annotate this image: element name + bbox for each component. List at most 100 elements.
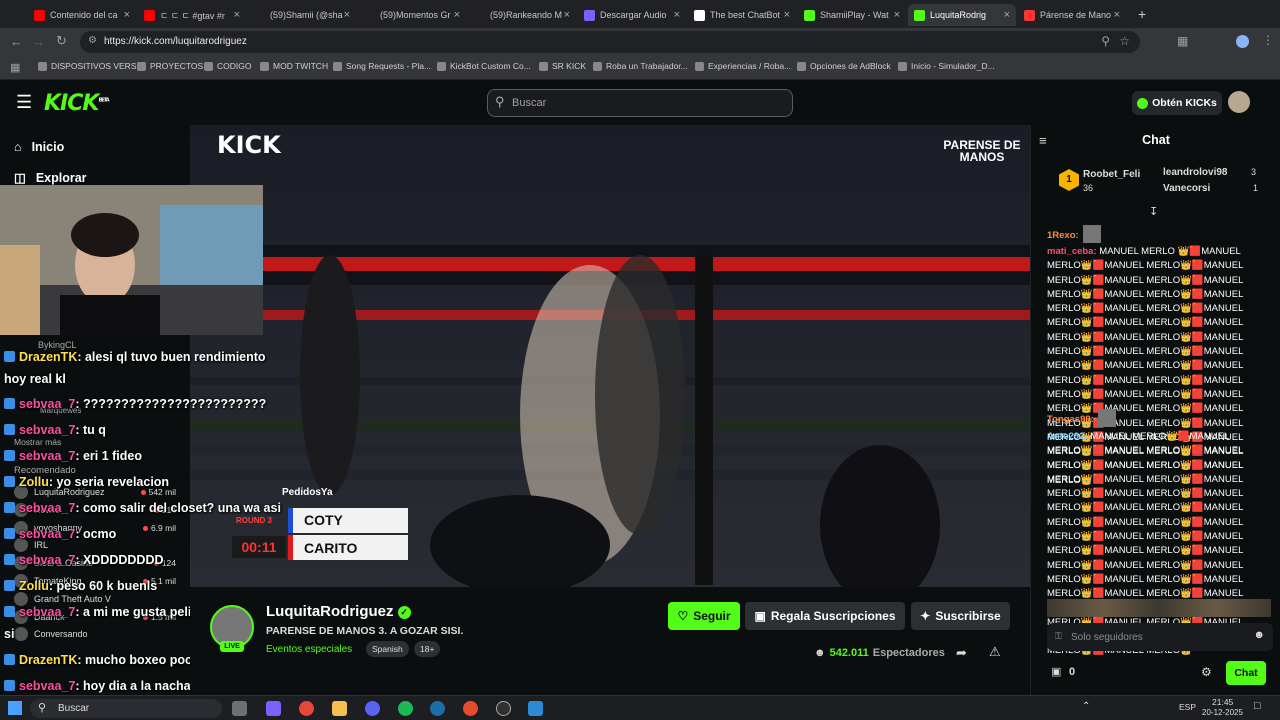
browser-tab[interactable]: Contenido del ca × — [28, 4, 136, 26]
bookmark-item[interactable]: DISPOSITIVOS VERSE — [38, 61, 142, 71]
bookmark-item[interactable]: Experiencias / Roba... — [695, 61, 791, 71]
profile-avatar[interactable] — [1236, 35, 1249, 48]
expand-leaderboard-icon[interactable]: ↧ — [1149, 205, 1158, 218]
search-input[interactable]: ⚲ Buscar — [487, 89, 793, 117]
new-tab-icon[interactable]: + — [1138, 6, 1146, 22]
file-explorer-icon[interactable] — [332, 701, 347, 716]
tag-age[interactable]: 18+ — [414, 641, 441, 657]
browser-tab[interactable]: ㄷ ㄷ ㄷ #gtav #r × — [138, 4, 246, 26]
bookmark-item[interactable]: KickBot Custom Co... — [437, 61, 531, 71]
browser-tab[interactable]: (59)Momentos Gr × — [358, 4, 466, 26]
browser-tab[interactable]: Descargar Audio × — [578, 4, 686, 26]
tab-close-icon[interactable]: × — [894, 9, 900, 21]
discord-icon[interactable] — [365, 701, 380, 716]
back-icon[interactable]: ← — [10, 34, 23, 49]
leader-1-name[interactable]: Roobet_Feli — [1083, 169, 1140, 180]
get-kicks-button[interactable]: Obtén KICKs — [1132, 91, 1222, 115]
obs-icon[interactable] — [496, 701, 511, 716]
lang-indicator[interactable]: ESP — [1179, 702, 1196, 712]
bookmark-item[interactable]: Song Requests - Pla... — [333, 61, 431, 71]
bookmark-star-icon[interactable]: ☆ — [1119, 34, 1130, 48]
copilot-icon[interactable] — [266, 701, 281, 716]
send-chat-button[interactable]: Chat — [1226, 661, 1266, 685]
chat-username[interactable]: Tongas99: — [1047, 414, 1094, 425]
streamer-name-text: LuquitaRodriguez — [266, 603, 394, 620]
forward-icon[interactable]: → — [32, 34, 45, 49]
overlay-chat-text: si — [4, 627, 15, 641]
bookmark-item[interactable]: PROYECTOS — [137, 61, 203, 71]
chat-username[interactable]: Anto292: — [1047, 431, 1088, 442]
tab-close-icon[interactable]: × — [674, 9, 680, 21]
nav-home[interactable]: ⌂ Inicio — [14, 140, 64, 154]
share-icon[interactable]: ➦ — [956, 645, 967, 661]
extensions-icon[interactable]: ▦ — [1177, 34, 1188, 48]
overlay-chat-message: sebvaa_7: ocmo — [4, 527, 116, 541]
spotify-icon[interactable] — [398, 701, 413, 716]
gift-subs-button[interactable]: ▣ Regala Suscripciones — [745, 602, 905, 630]
tab-close-icon[interactable]: × — [454, 9, 460, 21]
chat-emote-icon — [1083, 225, 1102, 243]
bookmark-item[interactable]: CODIGO — [204, 61, 251, 71]
emote-picker-icon[interactable]: ☻ — [1253, 629, 1265, 641]
browser-tab[interactable]: LuquitaRodrig × — [908, 4, 1016, 26]
chat-input[interactable]: ⚿ Solo seguidores ☻ — [1047, 623, 1273, 651]
stream-info-bar: LIVE LuquitaRodriguez ✓ PARENSE DE MANOS… — [190, 587, 1030, 695]
reload-icon[interactable]: ↻ — [56, 33, 67, 49]
tray-chevron-icon[interactable]: ⌃ — [1082, 701, 1090, 712]
bookmark-item[interactable]: SR KICK — [539, 61, 586, 71]
streamer-name[interactable]: LuquitaRodriguez ✓ — [266, 603, 411, 620]
start-icon[interactable] — [8, 701, 22, 715]
tab-label: (59)Rankeando M — [490, 10, 563, 20]
url-field[interactable]: ⚙ https://kick.com/luquitarodriguez ⚲ ☆ — [80, 31, 1140, 53]
tab-close-icon[interactable]: × — [234, 9, 240, 21]
user-avatar[interactable] — [1228, 91, 1250, 113]
chat-username[interactable]: 1Rexo: — [1047, 230, 1079, 241]
tab-close-icon[interactable]: × — [1004, 9, 1010, 21]
notifications-icon[interactable]: □ — [1254, 700, 1261, 712]
chat-message: 1Rexo: — [1047, 225, 1257, 243]
bookmark-item[interactable]: Inicio - Simulador_D... — [898, 61, 995, 71]
tab-label: LuquitaRodrig — [930, 10, 987, 20]
browser-menu-icon[interactable]: ⋮ — [1262, 33, 1274, 47]
bookmark-favicon-icon — [260, 61, 269, 71]
channel-points[interactable]: 0 — [1069, 666, 1075, 678]
zoom-icon[interactable]: ⚲ — [1101, 34, 1110, 48]
bookmark-item[interactable]: Opciones de AdBlock — [797, 61, 891, 71]
subscribe-button[interactable]: ✦ Suscribirse — [911, 602, 1010, 630]
leader-3-name[interactable]: Vanecorsi — [1163, 183, 1210, 194]
kick-logo[interactable]: KICKBETA — [44, 91, 110, 116]
tag-language[interactable]: Spanish — [366, 641, 409, 657]
bookmark-item[interactable]: Roba un Trabajador... — [593, 61, 688, 71]
taskbar-search[interactable]: ⚲ Buscar — [30, 699, 222, 718]
tab-label: (59)Momentos Gr — [380, 10, 451, 20]
browser-tab[interactable]: Párense de Mano × — [1018, 4, 1126, 26]
task-view-icon[interactable] — [232, 701, 247, 716]
leader-2-name[interactable]: leandrolovi98 — [1163, 167, 1227, 178]
chat-username[interactable]: mati_ceba: — [1047, 246, 1097, 257]
app-icon-2[interactable] — [528, 701, 543, 716]
nav-explore[interactable]: ◫ Explorar — [14, 170, 87, 186]
browser-tab[interactable]: (59)Shamii (@sha × — [248, 4, 356, 26]
browser-tab[interactable]: (59)Rankeando M × — [468, 4, 576, 26]
follow-button[interactable]: ♡ Seguir — [668, 602, 740, 630]
steam-icon[interactable] — [430, 701, 445, 716]
tab-close-icon[interactable]: × — [124, 9, 130, 21]
category-link[interactable]: Eventos especiales — [266, 644, 352, 655]
tab-close-icon[interactable]: × — [784, 9, 790, 21]
menu-icon[interactable]: ☰ — [16, 92, 32, 113]
chrome-icon[interactable] — [299, 701, 314, 716]
tab-close-icon[interactable]: × — [344, 9, 350, 21]
tab-close-icon[interactable]: × — [564, 9, 570, 21]
tab-favicon-icon — [474, 9, 485, 21]
apps-icon[interactable]: ▦ — [10, 61, 20, 74]
browser-tab[interactable]: The best ChatBot × — [688, 4, 796, 26]
clock-date[interactable]: 20-12-2025 — [1202, 708, 1243, 717]
browser-tab[interactable]: ShamiiPlay - Wat × — [798, 4, 906, 26]
report-icon[interactable]: ⚠ — [989, 644, 1001, 660]
site-info-icon[interactable]: ⚙ — [88, 35, 97, 46]
app-icon-1[interactable] — [463, 701, 478, 716]
bookmark-item[interactable]: MOD TWITCH — [260, 61, 328, 71]
clock-time[interactable]: 21:45 — [1212, 697, 1233, 707]
tab-close-icon[interactable]: × — [1114, 9, 1120, 21]
chat-settings-icon[interactable]: ⚙ — [1201, 665, 1212, 679]
